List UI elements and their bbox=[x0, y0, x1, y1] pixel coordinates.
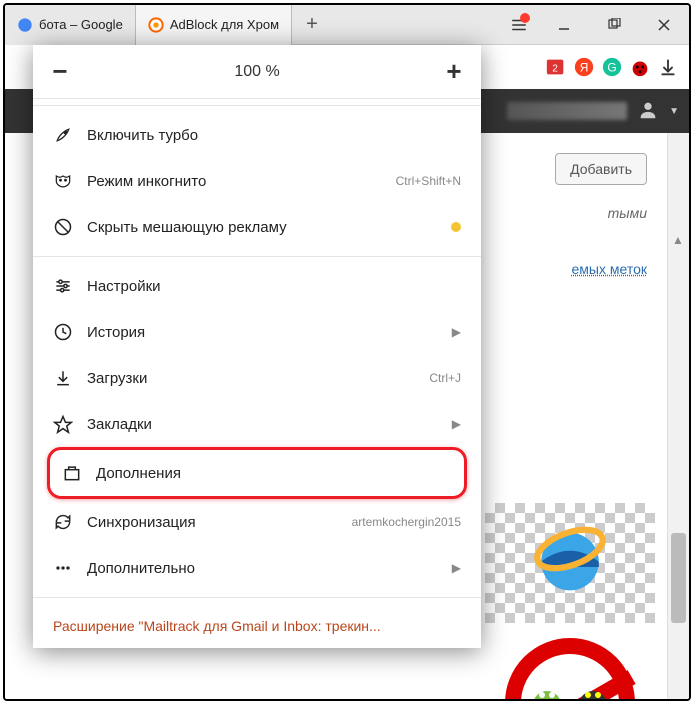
tab-2-title: AdBlock для Хром bbox=[170, 17, 279, 32]
menu-history-label: История bbox=[87, 324, 438, 341]
menu-footer-message[interactable]: Расширение "Mailtrack для Gmail и Inbox:… bbox=[33, 604, 481, 640]
svg-text:Я: Я bbox=[580, 61, 589, 75]
scrollbar-thumb[interactable] bbox=[671, 533, 686, 623]
zoom-out-button[interactable]: − bbox=[33, 56, 87, 87]
zoom-value: 100 % bbox=[87, 63, 427, 81]
menu-addons-label: Дополнения bbox=[96, 465, 452, 482]
extension-icon-yandex[interactable]: Я bbox=[573, 56, 595, 78]
box-icon bbox=[62, 463, 82, 483]
scroll-up-icon[interactable]: ▲ bbox=[672, 233, 684, 247]
dots-icon bbox=[53, 558, 73, 578]
username-blurred bbox=[507, 102, 627, 120]
new-tab-button[interactable]: + bbox=[292, 13, 332, 36]
link-fragment[interactable]: емых меток bbox=[572, 261, 647, 277]
rocket-icon bbox=[53, 125, 73, 145]
menu-incognito-label: Режим инкогнито bbox=[87, 173, 382, 190]
menu-turbo[interactable]: Включить турбо bbox=[33, 112, 481, 158]
sync-icon bbox=[53, 512, 73, 532]
title-bar: бота – Google AdBlock для Хром + bbox=[5, 5, 689, 45]
extension-icon-1[interactable]: 2 bbox=[545, 56, 567, 78]
tab-1-title: бота – Google bbox=[39, 17, 123, 32]
menu-downloads-label: Загрузки bbox=[87, 370, 415, 387]
menu-more-label: Дополнительно bbox=[87, 560, 438, 577]
chevron-right-icon: ▶ bbox=[452, 561, 461, 575]
menu-addons[interactable]: Дополнения bbox=[56, 450, 458, 496]
user-avatar-icon[interactable] bbox=[637, 99, 659, 124]
menu-sync[interactable]: Синхронизация artemkochergin2015 bbox=[33, 499, 481, 545]
chevron-right-icon: ▶ bbox=[452, 325, 461, 339]
menu-history[interactable]: История ▶ bbox=[33, 309, 481, 355]
dropdown-arrow-icon[interactable]: ▼ bbox=[669, 106, 679, 117]
menu-incognito[interactable]: Режим инкогнито Ctrl+Shift+N bbox=[33, 158, 481, 204]
images-panel bbox=[485, 503, 665, 701]
menu-downloads[interactable]: Загрузки Ctrl+J bbox=[33, 355, 481, 401]
main-menu: − 100 % + Включить турбо Режим инкогнито… bbox=[33, 45, 481, 648]
menu-downloads-shortcut: Ctrl+J bbox=[429, 371, 461, 385]
menu-bookmarks[interactable]: Закладки ▶ bbox=[33, 401, 481, 447]
menu-bookmarks-label: Закладки bbox=[87, 416, 438, 433]
prohibit-image bbox=[485, 633, 655, 701]
star-icon bbox=[53, 414, 73, 434]
menu-sync-account: artemkochergin2015 bbox=[352, 515, 461, 529]
zoom-in-button[interactable]: + bbox=[427, 56, 481, 87]
checker-image bbox=[485, 503, 655, 623]
maximize-button[interactable] bbox=[589, 5, 639, 45]
menu-settings-label: Настройки bbox=[87, 278, 461, 295]
mask-icon bbox=[53, 171, 73, 191]
yellow-dot-icon bbox=[451, 222, 461, 232]
ie-logo-icon bbox=[525, 513, 615, 603]
downloads-icon[interactable] bbox=[657, 56, 679, 78]
menu-sync-label: Синхронизация bbox=[87, 514, 338, 531]
add-button[interactable]: Добавить bbox=[555, 153, 647, 185]
clock-icon bbox=[53, 322, 73, 342]
extension-icon-grammarly[interactable]: G bbox=[601, 56, 623, 78]
chevron-right-icon: ▶ bbox=[452, 417, 461, 431]
text-fragment-1: тыми bbox=[608, 205, 647, 221]
menu-turbo-label: Включить турбо bbox=[87, 127, 461, 144]
adblock-favicon bbox=[148, 17, 164, 33]
menu-settings[interactable]: Настройки bbox=[33, 263, 481, 309]
menu-incognito-shortcut: Ctrl+Shift+N bbox=[396, 174, 461, 188]
menu-more[interactable]: Дополнительно ▶ bbox=[33, 545, 481, 591]
side-scrollbar[interactable]: ▲ bbox=[667, 133, 689, 699]
tab-1[interactable]: бота – Google bbox=[5, 5, 136, 45]
menu-button[interactable] bbox=[499, 5, 539, 45]
close-button[interactable] bbox=[639, 5, 689, 45]
notification-dot-icon bbox=[520, 13, 530, 23]
menu-hide-ads[interactable]: Скрыть мешающую рекламу bbox=[33, 204, 481, 250]
svg-text:2: 2 bbox=[552, 64, 558, 75]
download-icon bbox=[53, 368, 73, 388]
minimize-button[interactable] bbox=[539, 5, 589, 45]
svg-text:G: G bbox=[607, 61, 616, 75]
sliders-icon bbox=[53, 276, 73, 296]
block-icon bbox=[53, 217, 73, 237]
google-favicon bbox=[17, 17, 33, 33]
extension-icon-ladybug[interactable] bbox=[629, 56, 651, 78]
menu-hide-ads-label: Скрыть мешающую рекламу bbox=[87, 219, 437, 236]
tab-2[interactable]: AdBlock для Хром bbox=[136, 5, 292, 45]
